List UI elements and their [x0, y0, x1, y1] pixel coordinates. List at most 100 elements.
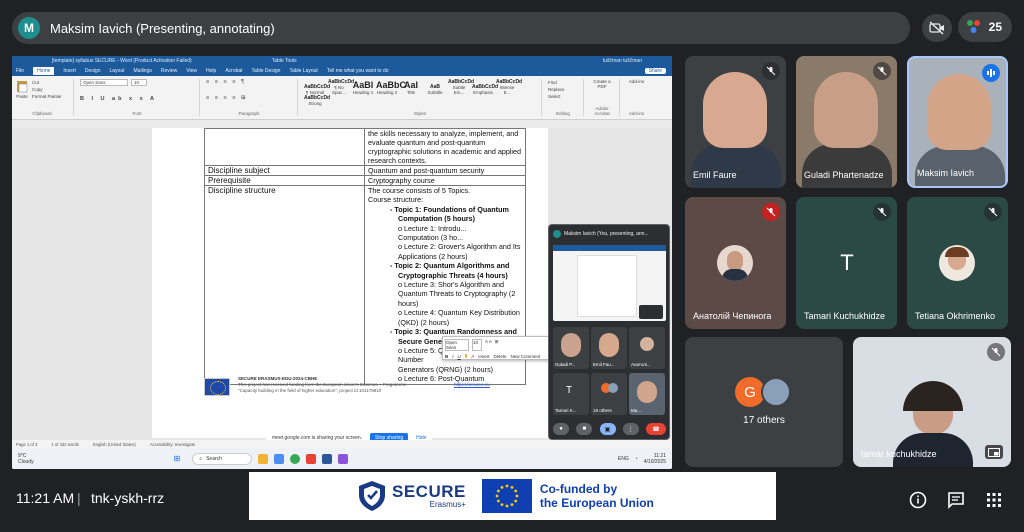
course-line: The course consists of 5 Topics.	[368, 186, 471, 195]
align-buttons[interactable]: ≡ ≡ ≡ ≡ ⊞	[206, 95, 292, 101]
participant-name: Анатолій Чепинога	[693, 311, 772, 321]
tab-acrobat[interactable]: Acrobat	[225, 68, 242, 74]
mini-bold[interactable]: B	[445, 354, 448, 359]
word-share-button[interactable]: Share	[644, 68, 666, 74]
mini-insert[interactable]: Insert	[478, 354, 489, 359]
participant-tile-tetiana[interactable]: Tetiana Okhrimenko	[907, 197, 1008, 329]
presenter-bar[interactable]: M Maksim Iavich (Presenting, annotating)	[12, 12, 910, 44]
pip-screen-preview	[553, 245, 666, 321]
taskbar-search[interactable]: ⌕ Search	[192, 452, 253, 465]
participant-tile-emil[interactable]: Emil Faure	[685, 56, 786, 188]
select-button[interactable]: Select	[548, 93, 578, 100]
tab-home[interactable]: Home	[33, 67, 55, 75]
pip-end-call-button[interactable]: ☎	[646, 423, 666, 435]
paragraph-buttons[interactable]: ≡ ≡ ≡ ≡ ¶	[206, 79, 292, 85]
participant-name: Tamari Kuchukhidze	[804, 311, 886, 321]
wifi-icon[interactable]: ◔	[635, 456, 638, 462]
participant-tile-tamar[interactable]: tamar kuchukhidze	[853, 337, 1011, 467]
taskbar-word-icon[interactable]	[322, 453, 333, 464]
taskbar-clock[interactable]: 11:21 4/10/2025	[644, 453, 666, 465]
weather-widget[interactable]: 9°C Cloudy	[18, 453, 34, 465]
paste-button[interactable]: Paste	[16, 79, 28, 100]
others-tile[interactable]: G 17 others	[685, 337, 843, 467]
tell-me-search[interactable]: Tell me what you want to do	[327, 68, 389, 74]
mini-size-select[interactable]: 10	[472, 339, 482, 351]
create-pdf-button[interactable]: Create a PDF	[590, 79, 614, 89]
find-button[interactable]: Find	[548, 79, 578, 86]
taskbar-app-icon[interactable]	[258, 453, 269, 464]
tab-table-design[interactable]: Table Design	[252, 68, 281, 74]
mini-delete[interactable]: Delete	[494, 354, 507, 359]
course-line: Course structure:	[368, 195, 424, 205]
footer-link[interactable]: https://securee.eu	[454, 382, 490, 387]
style-chip[interactable]: AaBbCcDd Intense E...	[496, 79, 522, 95]
pip-tile: 19 others	[591, 373, 627, 415]
mini-new-comment[interactable]: New Comment	[511, 354, 541, 359]
row-value: Cryptography course	[364, 175, 526, 186]
replace-button[interactable]: Replace	[548, 86, 578, 93]
tab-review[interactable]: Review	[161, 68, 177, 74]
tab-mailings[interactable]: Mailings	[134, 68, 152, 74]
style-chip[interactable]: AaBbCcDd Emphasis	[472, 84, 498, 95]
pip-mic-button[interactable]: ●	[553, 423, 569, 435]
meet-pip-window[interactable]: Maksim Iavich (You, presenting, ann... G…	[548, 224, 670, 440]
meeting-details-button[interactable]	[908, 490, 928, 510]
pip-present-button[interactable]: ▣	[599, 423, 616, 435]
font-name-select[interactable]: Open Sans	[80, 79, 128, 86]
paragraph-label: Paragraph	[238, 111, 260, 116]
mini-italic[interactable]: I	[452, 354, 453, 359]
style-chip[interactable]: AaBbCcDd Strong	[304, 95, 330, 106]
participant-tile-tamari[interactable]: T Tamari Kuchukhidze	[796, 197, 897, 329]
taskbar-chrome-icon[interactable]	[290, 453, 301, 464]
style-chip[interactable]: AaBl Heading 1	[352, 80, 374, 95]
people-button[interactable]: 25	[958, 12, 1012, 42]
tab-help[interactable]: Help	[206, 68, 216, 74]
style-chip[interactable]: AaB Subtitle	[424, 84, 446, 95]
eu-star	[500, 503, 504, 507]
font-size-select[interactable]: 10	[131, 79, 147, 86]
addins-button[interactable]: Add-ins	[626, 79, 647, 84]
style-chip[interactable]: AaI Title	[400, 80, 422, 95]
style-chip[interactable]: AaBbCcDd ¶ Normal	[304, 84, 330, 95]
mini-underline[interactable]: U	[458, 354, 461, 359]
meeting-code[interactable]: tnk-yskh-rrz	[91, 490, 164, 506]
tab-table-layout[interactable]: Table Layout	[289, 68, 317, 74]
mini-styles-icon[interactable]: ⊞	[495, 339, 499, 351]
taskbar-app-icon[interactable]	[338, 453, 349, 464]
picture-in-picture-icon[interactable]	[985, 445, 1003, 459]
mini-font-select[interactable]: Open Sans	[445, 339, 469, 351]
tab-insert[interactable]: Insert	[63, 68, 76, 74]
styles-gallery[interactable]: AaBbCcDd ¶ Normal AaBbCcDd ¶ No Spac... AaBl…	[304, 79, 536, 106]
taskbar-app-icon[interactable]	[274, 453, 285, 464]
tab-view[interactable]: View	[186, 68, 197, 74]
pip-camera-button[interactable]: ■	[576, 423, 593, 435]
copy-button[interactable]: Copy	[32, 86, 62, 93]
tab-layout[interactable]: Layout	[110, 68, 125, 74]
font-format-buttons[interactable]: B I U ab x x A	[80, 96, 194, 102]
camera-off-button[interactable]	[922, 14, 952, 42]
tab-design[interactable]: Design	[85, 68, 101, 74]
cut-button[interactable]: Cut	[32, 79, 62, 86]
tab-file[interactable]: File	[16, 68, 24, 74]
mini-font-grow[interactable]: A A	[485, 339, 492, 351]
participant-tile-anatolii[interactable]: Анатолій Чепинога	[685, 197, 786, 329]
eu-star	[510, 485, 514, 489]
chat-button[interactable]	[946, 490, 966, 510]
activities-button[interactable]	[984, 490, 1004, 510]
taskbar-app-icon[interactable]	[306, 453, 317, 464]
course-line: o Lecture 4: Quantum Key Distribution	[398, 308, 520, 318]
participant-name: tamar kuchukhidze	[861, 449, 937, 459]
table-row: Prerequisite Cryptography course	[204, 175, 526, 186]
pip-header: Maksim Iavich (You, presenting, ann...	[549, 225, 669, 243]
style-chip[interactable]: AaBbCcDd ¶ No Spac...	[328, 79, 354, 95]
windows-start-icon[interactable]: ⊞	[174, 454, 181, 463]
document-page[interactable]: the skills necessary to analyze, impleme…	[152, 128, 548, 438]
pip-more-button[interactable]: ⋮	[622, 423, 639, 435]
mini-font-color-icon[interactable]: A	[471, 354, 474, 359]
style-chip[interactable]: AaBbCcDd Subtle Em...	[448, 79, 474, 95]
mini-highlight-icon[interactable]: ▮	[465, 353, 467, 359]
participant-tile-maksim[interactable]: Maksim Iavich	[907, 56, 1008, 188]
format-painter-button[interactable]: Format Painter	[32, 93, 62, 100]
participant-tile-guladi[interactable]: Guladi Phartenadze	[796, 56, 897, 188]
style-chip[interactable]: AaBbC Heading 2	[376, 80, 406, 95]
